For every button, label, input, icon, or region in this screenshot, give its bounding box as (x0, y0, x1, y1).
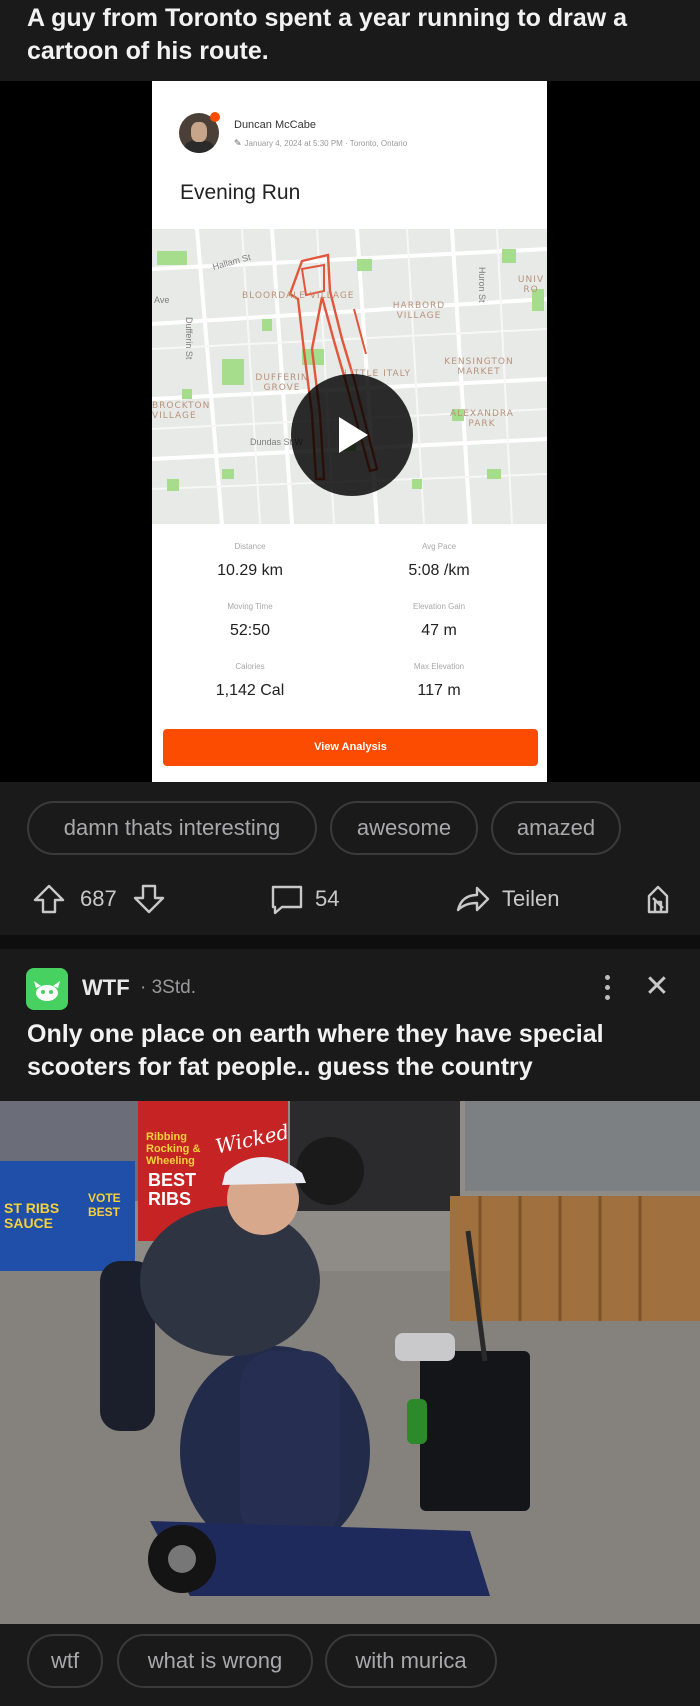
pencil-icon: ✎ (234, 138, 242, 148)
award-icon (647, 885, 669, 914)
stat-calories: Calories 1,142 Cal (215, 662, 285, 699)
chip-awesome[interactable]: awesome (330, 801, 478, 855)
badge-icon (210, 112, 220, 122)
athlete-name: Duncan McCabe (234, 119, 316, 131)
post-separator (0, 935, 700, 949)
stat-moving-time: Moving Time 52:50 (227, 602, 273, 639)
close-button[interactable]: ✕ (642, 971, 672, 1003)
chip-wtf[interactable]: wtf (27, 1634, 103, 1688)
street-label: Huron St (477, 267, 487, 303)
chip-damn-thats-interesting[interactable]: damn thats interesting (27, 801, 317, 855)
map-label: BROCKTON VILLAGE (152, 401, 211, 421)
post-card[interactable]: WTF · 3Std. ✕ Only one place on earth wh… (0, 949, 700, 1706)
more-options-button[interactable] (597, 971, 617, 1005)
map-label: UNIV RO (517, 275, 545, 295)
sign-text: VOTE BEST (88, 1191, 121, 1219)
play-icon (339, 417, 368, 453)
share-label: Teilen (502, 886, 560, 911)
map-label: DUFFERIN GROVE (255, 373, 309, 393)
map-label: HARBORD VILLAGE (392, 301, 446, 321)
activity-title: Evening Run (180, 181, 301, 204)
subreddit-icon[interactable] (26, 968, 68, 1010)
activity-meta: ✎ January 4, 2024 at 5:30 PM · Toronto, O… (234, 138, 408, 148)
downvote-button[interactable] (133, 884, 165, 914)
street-label: Ave (154, 295, 170, 305)
view-analysis-button: View Analysis (163, 729, 538, 766)
comment-icon (271, 885, 303, 915)
map-label: KENSINGTON MARKET (444, 357, 514, 377)
play-button[interactable] (291, 374, 413, 496)
sign-text: ST RIBS SAUCE (4, 1200, 60, 1231)
post-title[interactable]: Only one place on earth where they have … (0, 1018, 700, 1084)
downvote-icon (133, 884, 165, 914)
vote-count: 687 (80, 886, 117, 911)
stat-avg-pace: Avg Pace 5:08 /km (408, 542, 470, 579)
street-label: Dufferin St (184, 317, 194, 360)
route-map: BLOORDALE VILLAGE HARBORD VILLAGE LITTLE… (152, 229, 547, 524)
activity-header: Duncan McCabe ✎ January 4, 2024 at 5:30 P… (152, 81, 547, 229)
sign-text: BEST RIBS (148, 1170, 197, 1209)
subreddit-name[interactable]: WTF (82, 975, 130, 1001)
chip-amazed[interactable]: amazed (491, 801, 621, 855)
chip-what-is-wrong[interactable]: what is wrong (117, 1634, 313, 1688)
activity-card: Duncan McCabe ✎ January 4, 2024 at 5:30 P… (152, 81, 547, 782)
comment-chips: wtf what is wrong with murica (0, 1624, 700, 1706)
share-button[interactable]: Teilen (455, 884, 585, 914)
post-title[interactable]: A guy from Toronto spent a year running … (0, 2, 700, 68)
stat-elevation-gain: Elevation Gain 47 m (412, 602, 466, 639)
wtf-snoo-icon (34, 981, 60, 1001)
upvote-icon (33, 884, 65, 914)
map-label: BLOORDALE VILLAGE (242, 291, 355, 301)
close-icon: ✕ (644, 970, 670, 1003)
scooter-photo (0, 1101, 700, 1624)
post-actions: 687 54 Teilen (0, 860, 700, 935)
stat-max-elevation: Max Elevation 117 m (413, 662, 465, 699)
share-icon (456, 886, 490, 912)
chip-with-murica[interactable]: with murica (325, 1634, 497, 1688)
map-label: ALEXANDRA PARK (450, 409, 514, 429)
activity-stats: Distance 10.29 km Avg Pace 5:08 /km Moving… (152, 524, 547, 724)
comment-count: 54 (315, 886, 340, 911)
comments-button[interactable]: 54 (270, 884, 360, 915)
upvote-button[interactable] (33, 884, 65, 914)
post-card[interactable]: A guy from Toronto spent a year running … (0, 0, 700, 935)
post-image[interactable]: Ribbing Rocking & Wheeling BEST RIBS Wic… (0, 1101, 700, 1624)
post-time: · 3Std. (140, 977, 196, 998)
sign-text: Ribbing Rocking & Wheeling (146, 1131, 201, 1167)
award-button[interactable] (643, 884, 673, 914)
stat-distance: Distance 10.29 km (217, 542, 283, 579)
